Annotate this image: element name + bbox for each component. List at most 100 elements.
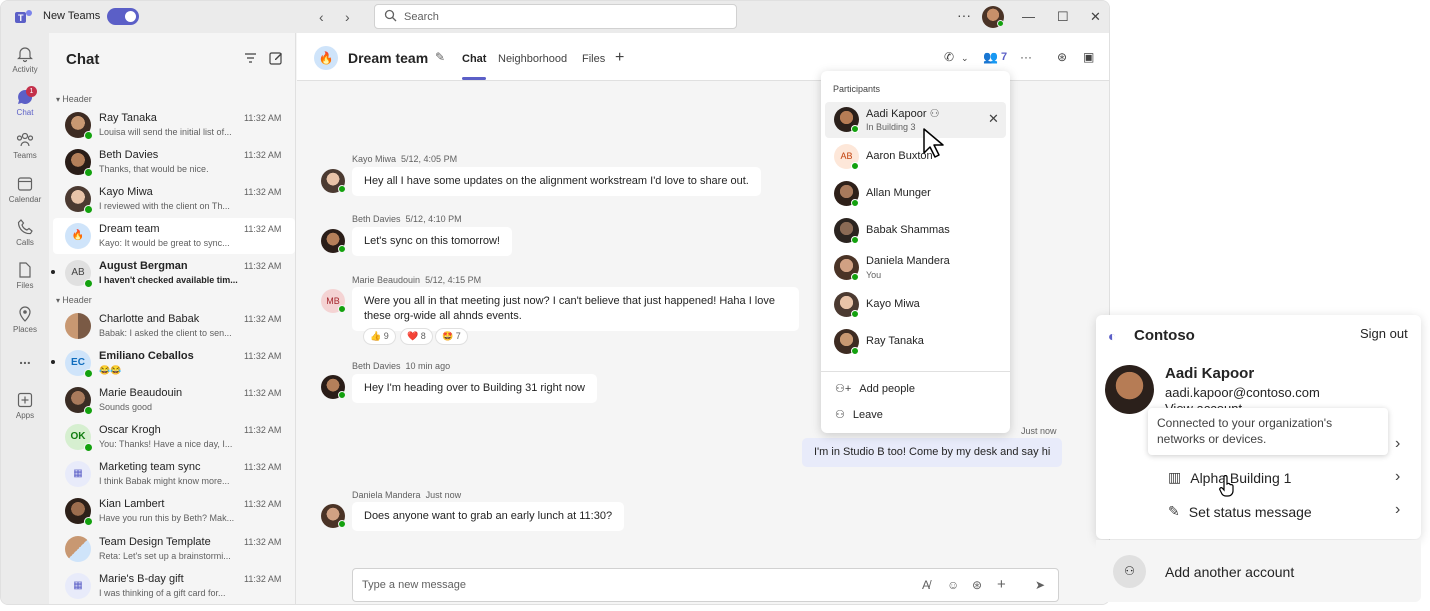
copilot-icon[interactable]: ⊛ (1057, 50, 1067, 64)
filter-icon[interactable] (244, 52, 257, 64)
new-chat-icon[interactable] (269, 51, 283, 65)
rail-files[interactable]: Files (1, 261, 49, 290)
chat-item-august-bergman[interactable]: AB August Bergman I haven't checked avai… (51, 255, 295, 291)
chevron-down-icon[interactable]: ⌄ (961, 53, 969, 64)
chat-item-kayo-miwa[interactable]: Kayo Miwa I reviewed with the client on … (53, 181, 295, 217)
presence-dot (84, 369, 93, 378)
status-label: Set status message (1188, 503, 1312, 520)
rail-teams[interactable]: Teams (1, 131, 49, 160)
chat-item-beth-davies[interactable]: Beth Davies Thanks, that would be nice. … (53, 144, 295, 180)
chevron-right-icon[interactable]: › (1395, 435, 1400, 453)
chat-item-team-design-template[interactable]: Team Design Template Reta: Let's set up … (53, 531, 295, 567)
calendar-icon: ▦ (73, 468, 83, 479)
rail-label: Activity (12, 65, 38, 74)
chat-item-emiliano-ceballos[interactable]: EC Emiliano Ceballos 😂😂 11:32 AM (51, 345, 295, 381)
more-options-icon[interactable]: ··· (957, 7, 971, 23)
rail-places[interactable]: Places (1, 305, 49, 334)
participant-kayo-miwa[interactable]: Kayo Miwa (825, 287, 1006, 323)
presence-dot (338, 520, 346, 528)
maximize-icon[interactable]: ☐ (1057, 9, 1069, 25)
new-teams-toggle[interactable] (107, 8, 139, 25)
participant-babak-shammas[interactable]: Babak Shammas (825, 213, 1006, 249)
message-meta: Beth Davies 10 min ago (352, 361, 451, 371)
conversation-title: Dream team (348, 50, 429, 66)
participant-name: Aadi Kapoor ⚇ (866, 108, 940, 120)
rail-activity[interactable]: Activity (1, 45, 49, 74)
message-bubble: Were you all in that meeting just now? I… (352, 287, 799, 331)
side-panel-icon[interactable]: ▣ (1083, 50, 1094, 64)
chat-name: Marie's B-day gift (99, 573, 184, 585)
tab-neighborhood[interactable]: Neighborhood (498, 53, 567, 65)
chat-preview: Louisa will send the initial list of... (99, 127, 232, 137)
reaction-star-struck[interactable]: 🤩 7 (435, 328, 468, 345)
chat-preview: I was thinking of a gift card for... (99, 588, 226, 598)
message-composer[interactable]: Type a new message A̸ ☺ ⊛ + ➤ (352, 568, 1059, 602)
rail-apps[interactable]: Apps (1, 391, 49, 420)
attach-plus-icon[interactable]: + (997, 576, 1006, 593)
sign-out-link[interactable]: Sign out (1360, 326, 1408, 341)
chat-item-marketing-team-sync[interactable]: ▦ Marketing team sync I think Babak migh… (53, 456, 295, 492)
tab-chat[interactable]: Chat (462, 53, 486, 65)
add-people-button[interactable]: ⚇+ Add people (835, 382, 915, 396)
chat-preview: You: Thanks! Have a nice day, I... (99, 439, 233, 449)
format-icon[interactable]: A̸ (922, 578, 930, 592)
search-input[interactable]: Search (374, 4, 737, 29)
set-status-row[interactable]: ✎ Set status message (1168, 503, 1312, 520)
chat-time: 11:32 AM (244, 499, 282, 509)
chat-time: 11:32 AM (244, 537, 282, 547)
add-person-icon: ⚇+ (835, 383, 852, 395)
tab-files[interactable]: Files (582, 53, 605, 65)
section-header[interactable]: Header (56, 295, 92, 305)
people-icon[interactable]: 👥 (983, 50, 998, 64)
participant-aaron-buxton[interactable]: AB Aaron Buxton (825, 139, 1006, 175)
person-badge-icon: ⚇ (929, 108, 940, 120)
presence-dot (84, 406, 93, 415)
participant-allan-munger[interactable]: Allan Munger (825, 176, 1006, 212)
edit-icon[interactable]: ✎ (435, 50, 445, 64)
back-arrow-icon[interactable]: ‹ (319, 9, 324, 25)
rail-chat[interactable]: 1 Chat (1, 86, 49, 117)
remove-participant-icon[interactable]: ✕ (988, 111, 999, 127)
send-icon[interactable]: ➤ (1035, 578, 1045, 592)
chat-item-kian-lambert[interactable]: Kian Lambert Have you run this by Beth? … (53, 493, 295, 529)
rail-calls[interactable]: Calls (1, 218, 49, 247)
add-account-button[interactable]: ⚇ Add another account (1096, 540, 1421, 602)
emoji-icon[interactable]: ☺ (947, 578, 959, 592)
chat-item-ray-tanaka[interactable]: Ray Tanaka Louisa will send the initial … (53, 107, 295, 143)
loop-icon[interactable]: ⊛ (972, 578, 982, 592)
participant-daniela-mandera[interactable]: Daniela Mandera You (825, 250, 1006, 286)
leave-button[interactable]: ⚇ Leave (835, 408, 883, 422)
minimize-icon[interactable]: — (1022, 9, 1035, 24)
chat-preview: Kayo: It would be great to sync... (99, 238, 230, 248)
rail-label: Apps (15, 411, 35, 420)
chat-item-maries-bday-gift[interactable]: ▦ Marie's B-day gift I was thinking of a… (53, 568, 295, 604)
chat-name: Ray Tanaka (99, 112, 157, 124)
contoso-logo-icon: ◐ (1108, 328, 1117, 344)
chat-item-marie-beaudouin[interactable]: Marie Beaudouin Sounds good 11:32 AM (53, 382, 295, 418)
call-icon[interactable]: ✆ (944, 50, 954, 64)
people-count[interactable]: 7 (1001, 51, 1007, 63)
chevron-right-icon[interactable]: › (1395, 468, 1400, 486)
add-tab-icon[interactable]: + (615, 49, 624, 67)
reaction-heart[interactable]: ❤️ 8 (400, 328, 433, 345)
presence-dot (84, 205, 93, 214)
presence-dot (851, 347, 859, 355)
rail-more[interactable]: ... (1, 351, 49, 367)
chat-item-dream-team[interactable]: 🔥 Dream team Kayo: It would be great to … (53, 218, 295, 254)
participant-ray-tanaka[interactable]: Ray Tanaka (825, 324, 1006, 360)
participant-aadi-kapoor[interactable]: Aadi Kapoor ⚇ In Building 3 ✕ (825, 102, 1006, 138)
chevron-right-icon[interactable]: › (1395, 501, 1400, 519)
presence-dot (851, 199, 859, 207)
reaction-thumbs-up[interactable]: 👍 9 (363, 328, 396, 345)
chat-time: 11:32 AM (244, 425, 282, 435)
forward-arrow-icon[interactable]: › (345, 9, 350, 25)
chat-name: August Bergman (99, 260, 188, 272)
chat-preview: Reta: Let's set up a brainstormi... (99, 551, 231, 561)
close-window-icon[interactable]: ✕ (1090, 9, 1101, 25)
chat-preview: I reviewed with the client on Th... (99, 201, 230, 211)
section-header[interactable]: Header (56, 94, 92, 104)
rail-calendar[interactable]: Calendar (1, 175, 49, 204)
chat-item-oscar-krogh[interactable]: OK Oscar Krogh You: Thanks! Have a nice … (53, 419, 295, 455)
chat-item-charlotte-and-babak[interactable]: Charlotte and Babak Babak: I asked the c… (53, 308, 295, 344)
more-options-icon[interactable]: ··· (1020, 50, 1032, 64)
